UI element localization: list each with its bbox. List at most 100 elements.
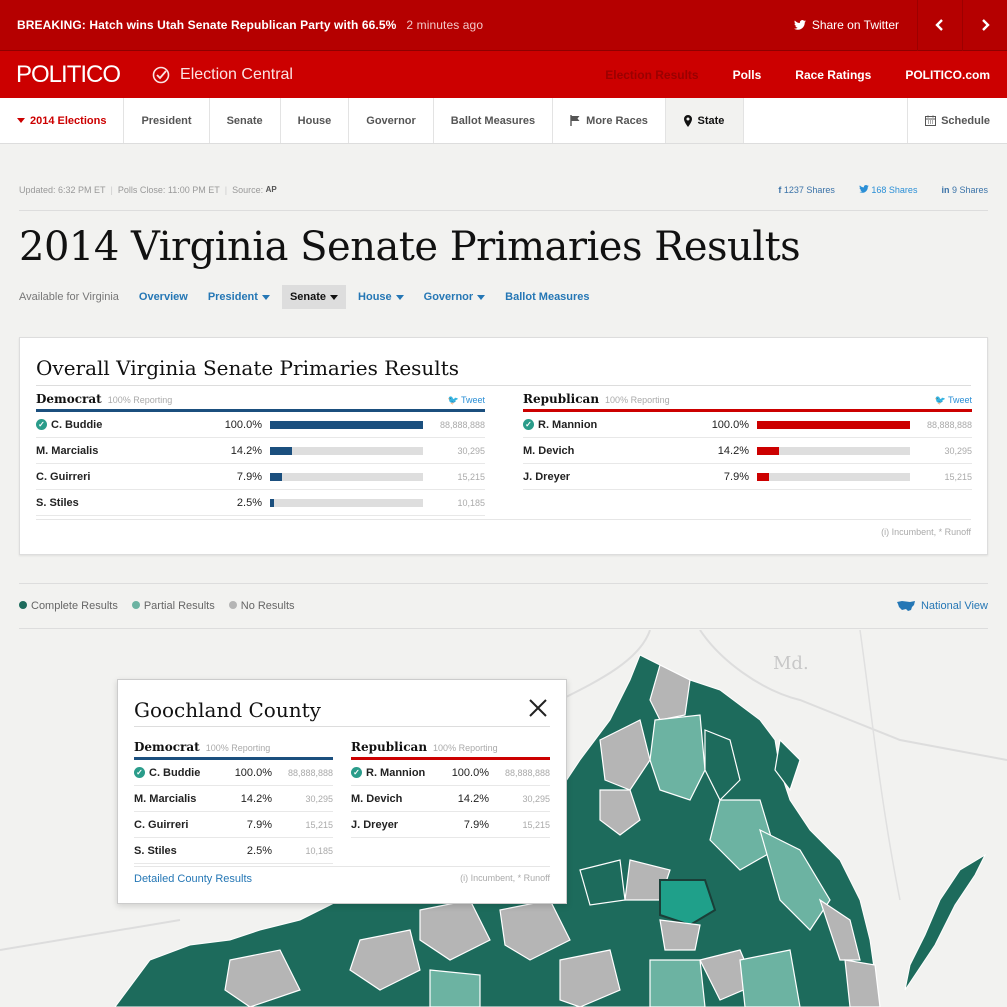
candidate-name: ✓ C. Buddie — [134, 767, 230, 779]
tweet-button[interactable]: 🐦 Tweet — [934, 395, 972, 406]
subnav-label: Senate — [289, 291, 327, 303]
next-headline-button[interactable] — [962, 0, 1007, 51]
candidate-name-text: S. Stiles — [134, 844, 177, 857]
election-central-link[interactable]: Election Central — [152, 66, 293, 84]
twitter-icon — [859, 185, 869, 193]
tweet-label: Tweet — [947, 395, 972, 405]
candidate-row: ✓ C. Buddie 100.0% 88,888,888 — [36, 412, 485, 438]
tab-president[interactable]: President — [124, 98, 210, 143]
subnav-president[interactable]: President — [208, 285, 270, 309]
tab-2014-elections[interactable]: 2014 Elections — [0, 98, 125, 143]
nav-polls[interactable]: Polls — [733, 68, 762, 82]
nav-election-results[interactable]: Election Results — [605, 68, 698, 82]
vote-count: 88,888,888 — [926, 419, 972, 430]
candidate-name-text: C. Guirreri — [36, 470, 91, 483]
subnav-governor[interactable]: Governor — [424, 285, 486, 309]
vote-count: 15,215 — [944, 471, 972, 482]
facebook-icon: f — [778, 185, 782, 195]
candidate-row: ✓ R. Mannion 100.0% 88,888,888 — [523, 412, 972, 438]
flag-icon — [570, 115, 580, 126]
legend-complete: Complete Results — [19, 600, 118, 612]
top-navigation: POLITICO Election Central Election Resul… — [0, 51, 1007, 98]
candidate-name: J. Dreyer — [523, 471, 683, 483]
democrat-results: Democrat 100% Reporting 🐦 Tweet ✓ C. Budd… — [36, 392, 485, 516]
vote-bar — [757, 446, 910, 455]
linkedin-share[interactable]: in 9 Shares — [941, 185, 988, 210]
candidate-name: M. Devich — [351, 793, 447, 805]
tab-governor[interactable]: Governor — [349, 98, 434, 143]
map-legend: Complete Results Partial Results No Resu… — [19, 583, 988, 629]
caret-down-icon — [477, 294, 486, 300]
vote-count: 10,185 — [457, 497, 485, 508]
vote-bar-fill — [757, 420, 910, 429]
vote-count: 30,295 — [522, 793, 550, 804]
vote-percent: 14.2% — [230, 444, 262, 457]
dot-icon — [19, 601, 27, 609]
tweet-button[interactable]: 🐦 Tweet — [447, 395, 485, 406]
candidate-name-text: R. Mannion — [538, 418, 598, 431]
vote-bar-fill — [270, 420, 423, 429]
candidate-name-text: M. Devich — [351, 792, 403, 805]
subnav-ballot-measures[interactable]: Ballot Measures — [505, 285, 589, 309]
candidate-name-text: S. Stiles — [36, 496, 79, 509]
tab-label: State — [697, 114, 725, 127]
twitter-icon — [793, 20, 806, 30]
winner-check-icon: ✓ — [36, 419, 47, 430]
prev-headline-button[interactable] — [917, 0, 962, 51]
detailed-county-results-link[interactable]: Detailed County Results — [134, 873, 252, 885]
tab-ballot-measures[interactable]: Ballot Measures — [434, 98, 554, 143]
candidate-name-text: C. Buddie — [51, 418, 103, 431]
chevron-right-icon — [982, 19, 990, 31]
party-header: Republican 100% Reporting 🐦 Tweet — [523, 392, 972, 412]
legend-partial: Partial Results — [131, 600, 215, 612]
vote-percent: 7.9% — [463, 818, 489, 831]
vote-percent: 14.2% — [457, 792, 489, 805]
facebook-share[interactable]: f 1237 Shares — [778, 185, 835, 210]
candidate-name-text: M. Marcialis — [36, 444, 99, 457]
vote-bar-fill — [270, 498, 274, 507]
tab-label: 2014 Elections — [30, 114, 107, 127]
twitter-share[interactable]: 168 Shares — [859, 185, 917, 210]
schedule-button[interactable]: Schedule — [907, 98, 1007, 143]
candidate-row: M. Devich 14.2% 30,295 — [523, 438, 972, 464]
candidate-name-text: M. Devich — [523, 444, 575, 457]
linkedin-icon: in — [941, 185, 950, 195]
breaking-label: BREAKING: Hatch wins Utah Senate Republi… — [17, 18, 397, 32]
nav-politico-com[interactable]: POLITICO.com — [905, 68, 990, 82]
national-view-link[interactable]: National View — [896, 600, 988, 612]
facebook-share-count: 1237 Shares — [783, 185, 835, 195]
close-icon[interactable] — [528, 698, 548, 718]
share-twitter-button[interactable]: Share on Twitter — [793, 18, 917, 32]
legend-label: No Results — [240, 600, 295, 612]
vote-percent: 14.2% — [717, 444, 749, 457]
republican-results: Republican 100% Reporting 🐦 Tweet ✓ R. Ma… — [523, 392, 972, 490]
page-title: 2014 Virginia Senate Primaries Results — [19, 224, 801, 270]
source-label: Source: — [232, 185, 264, 195]
legend-label: Complete Results — [31, 600, 118, 612]
candidate-name-text: J. Dreyer — [523, 470, 571, 483]
candidate-row: M. Devich 14.2% 30,295 — [351, 786, 550, 812]
winner-check-icon: ✓ — [523, 419, 534, 430]
reporting-label: 100% Reporting — [605, 395, 670, 405]
subnav-house[interactable]: House — [358, 285, 404, 309]
nav-race-ratings[interactable]: Race Ratings — [795, 68, 871, 82]
check-circle-icon — [152, 66, 170, 83]
tab-senate[interactable]: Senate — [210, 98, 281, 143]
subnav-senate[interactable]: Senate — [281, 285, 347, 309]
vote-percent: 7.9% — [723, 470, 749, 483]
vote-percent: 100.0% — [451, 766, 489, 779]
vote-percent: 7.9% — [246, 818, 272, 831]
candidate-row: S. Stiles 2.5% 10,185 — [134, 838, 333, 864]
tab-state[interactable]: State — [665, 98, 744, 143]
tab-more-races[interactable]: More Races — [553, 98, 666, 143]
breaking-headline[interactable]: BREAKING: Hatch wins Utah Senate Republi… — [0, 18, 483, 32]
vote-percent: 100.0% — [234, 766, 272, 779]
candidate-name: S. Stiles — [134, 845, 230, 857]
politico-logo[interactable]: POLITICO — [0, 61, 121, 89]
candidate-name-text: M. Marcialis — [134, 792, 197, 805]
vote-percent: 100.0% — [711, 418, 749, 431]
tab-house[interactable]: House — [281, 98, 350, 143]
eastern-shore — [904, 853, 987, 991]
subnav-overview[interactable]: Overview — [139, 285, 188, 309]
incumbent-note: (i) Incumbent, * Runoff — [36, 519, 971, 537]
